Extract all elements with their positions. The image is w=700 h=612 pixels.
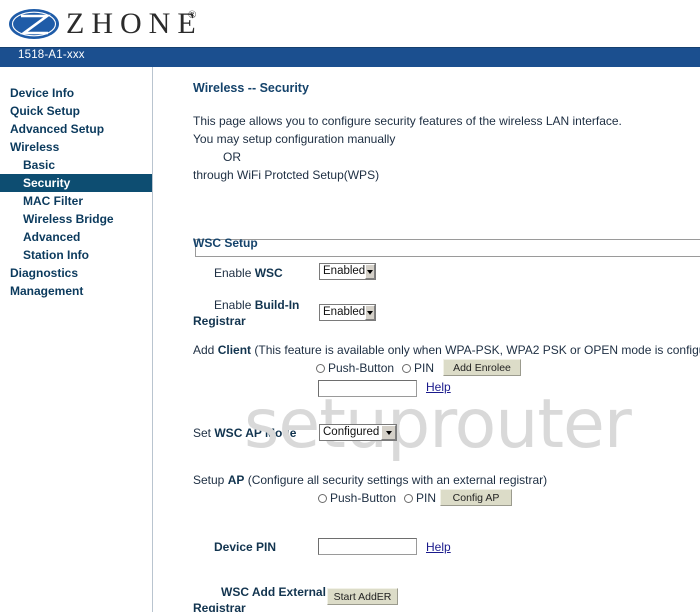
- radio-unselected-icon: [318, 494, 327, 503]
- add-client-label: Add Client (This feature is available on…: [193, 343, 700, 357]
- intro-line-3: through WiFi Protcted Setup(WPS): [193, 168, 380, 182]
- intro-line-1: This page allows you to configure securi…: [193, 114, 622, 128]
- add-client-push-button-radio[interactable]: Push-Button: [316, 361, 394, 375]
- sidebar-item-wireless[interactable]: Wireless: [0, 138, 153, 156]
- main-content: Wireless -- Security This page allows yo…: [154, 67, 700, 612]
- sidebar-item-advanced-setup[interactable]: Advanced Setup: [0, 120, 153, 138]
- chevron-down-icon: [381, 425, 396, 440]
- setup-ap-label-bold: AP: [227, 473, 245, 487]
- sidebar-item-wireless-bridge[interactable]: Wireless Bridge: [0, 210, 153, 228]
- sidebar-item-station-info[interactable]: Station Info: [0, 246, 153, 264]
- model-name: 1518-A1-xxx: [18, 49, 85, 61]
- setup-ap-label-prefix: Setup: [193, 473, 228, 487]
- radio-unselected-icon: [316, 364, 325, 373]
- enable-wsc-label-bold: WSC: [254, 266, 283, 280]
- config-ap-button[interactable]: Config AP: [440, 489, 512, 506]
- add-external-registrar-label-line2: Registrar: [193, 601, 246, 612]
- add-client-pin-label: PIN: [414, 361, 435, 375]
- chevron-down-icon: [365, 305, 375, 320]
- enable-registrar-label-prefix: Enable: [214, 298, 255, 312]
- ap-mode-value: Configured: [323, 426, 380, 438]
- sidebar-nav: Device Info Quick Setup Advanced Setup Wire…: [0, 84, 153, 300]
- sidebar: Device Info Quick Setup Advanced Setup Wire…: [0, 67, 153, 612]
- chevron-down-icon: [365, 264, 375, 279]
- radio-unselected-icon: [402, 364, 412, 373]
- add-client-label-bold: Client: [217, 343, 252, 357]
- setup-ap-label-suffix: (Configure all security settings with an…: [244, 473, 548, 487]
- enable-registrar-label-bold: Build-In: [254, 298, 300, 312]
- intro-line-2: You may setup configuration manually: [193, 132, 396, 146]
- registered-mark-icon: ®: [188, 9, 197, 21]
- add-client-help-link[interactable]: Help: [426, 380, 451, 394]
- add-enrolee-button[interactable]: Add Enrolee: [443, 359, 521, 376]
- add-client-push-button-label: Push-Button: [328, 361, 395, 375]
- intro-or: OR: [223, 150, 241, 164]
- enable-registrar-label: Enable Build-In: [214, 298, 299, 312]
- enable-registrar-label-line2: Registrar: [193, 314, 246, 328]
- intro-text: This page allows you to configure securi…: [193, 113, 693, 185]
- add-client-label-prefix: Add: [193, 343, 218, 357]
- radio-unselected-icon: [404, 494, 414, 503]
- device-pin-label-text: Device PIN: [214, 540, 277, 554]
- page-title: Wireless -- Security: [193, 81, 309, 95]
- wps-field[interactable]: [195, 239, 700, 257]
- setup-ap-push-button-label: Push-Button: [330, 491, 397, 505]
- zhone-logo-icon: [9, 9, 59, 39]
- ap-mode-label-prefix: Set: [193, 426, 215, 440]
- enable-registrar-label-line2-text: Registrar: [193, 314, 246, 328]
- device-pin-label: Device PIN: [214, 540, 276, 554]
- sidebar-item-basic[interactable]: Basic: [0, 156, 153, 174]
- start-adder-button[interactable]: Start AddER: [327, 588, 398, 605]
- enable-wsc-value: Enabled: [323, 265, 366, 277]
- enable-registrar-value: Enabled: [323, 306, 366, 318]
- sidebar-item-advanced[interactable]: Advanced: [0, 228, 153, 246]
- sidebar-item-management[interactable]: Management: [0, 282, 153, 300]
- add-client-pin-radio[interactable]: PIN: [402, 361, 434, 375]
- ap-mode-label-bold: WSC AP Mode: [214, 426, 297, 440]
- device-pin-input[interactable]: [318, 538, 417, 555]
- sidebar-item-device-info[interactable]: Device Info: [0, 84, 153, 102]
- enable-wsc-label-prefix: Enable: [214, 266, 255, 280]
- setup-ap-label: Setup AP (Configure all security setting…: [193, 473, 547, 487]
- sidebar-item-quick-setup[interactable]: Quick Setup: [0, 102, 153, 120]
- setup-ap-pin-radio[interactable]: PIN: [404, 491, 436, 505]
- enable-registrar-dropdown[interactable]: Enabled: [319, 304, 376, 321]
- sidebar-item-mac-filter[interactable]: MAC Filter: [0, 192, 153, 210]
- ap-mode-label: Set WSC AP Mode: [193, 426, 296, 440]
- device-pin-help-link[interactable]: Help: [426, 540, 451, 554]
- enable-wsc-dropdown[interactable]: Enabled: [319, 263, 376, 280]
- brand-header: ZHONE ®: [0, 0, 700, 47]
- add-external-registrar-label-2: Registrar: [193, 601, 246, 612]
- sidebar-item-security[interactable]: Security: [0, 174, 152, 192]
- setup-ap-push-button-radio[interactable]: Push-Button: [318, 491, 396, 505]
- setup-ap-pin-label: PIN: [416, 491, 437, 505]
- ap-mode-dropdown[interactable]: Configured: [319, 424, 397, 441]
- brand-wordmark: ZHONE: [66, 7, 203, 40]
- router-admin-page: ZHONE ® 1518-A1-xxx Device Info Quick Set…: [0, 0, 700, 612]
- wsc-setup-heading: WSC Setup: [193, 236, 258, 250]
- setup-ap-radio-group: Push-Button PIN: [318, 491, 436, 505]
- model-bar: [0, 47, 700, 67]
- add-client-label-suffix: (This feature is available only when WPA…: [251, 343, 700, 357]
- add-client-radio-group: Push-Button PIN: [316, 361, 434, 375]
- sidebar-item-diagnostics[interactable]: Diagnostics: [0, 264, 153, 282]
- add-external-registrar-label: WSC Add External: [221, 585, 326, 599]
- add-external-registrar-label-line1: WSC Add External: [221, 585, 326, 599]
- add-client-pin-input[interactable]: [318, 380, 417, 397]
- enable-wsc-label: Enable WSC: [214, 266, 283, 280]
